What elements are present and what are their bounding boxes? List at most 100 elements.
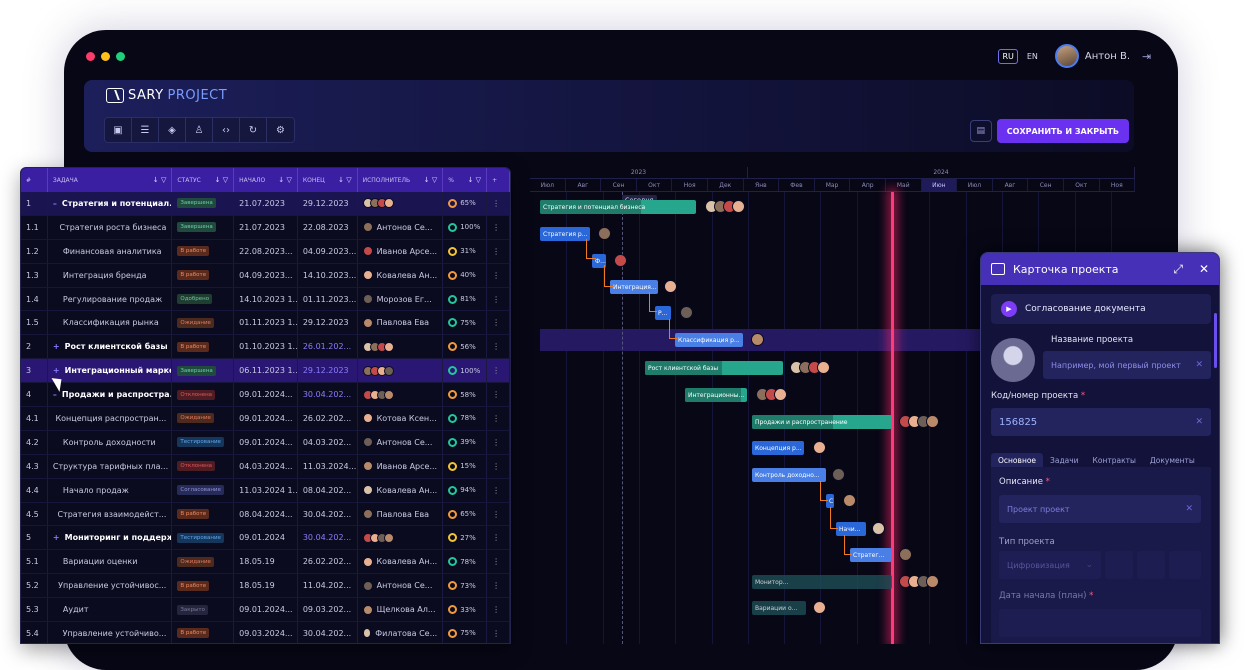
gantt-bar[interactable]: Контроль доходно... bbox=[752, 468, 826, 482]
assignee[interactable] bbox=[358, 383, 444, 407]
assignee[interactable]: Филатова Се... bbox=[358, 622, 444, 643]
task-name[interactable]: Регулирование продаж bbox=[48, 287, 173, 311]
add-column-button[interactable]: + bbox=[487, 168, 510, 192]
type-action-2[interactable] bbox=[1137, 551, 1165, 579]
assignee[interactable]: Ковалева Ан... bbox=[358, 263, 444, 287]
table-row[interactable]: 5.3 Аудит Закрыто 09.01.2024... 09.03.202...… bbox=[21, 598, 510, 623]
col-assignee[interactable]: ИСПОЛНИТЕЛЬ ↓ ▽ bbox=[358, 168, 444, 192]
status-cell[interactable]: Завершена bbox=[172, 192, 235, 215]
gantt-bar[interactable]: Рост клиентской базы bbox=[645, 361, 783, 375]
task-name[interactable]: – Продажи и распростра... bbox=[48, 383, 173, 407]
col-end[interactable]: КОНЕЦ ↓ ▽ bbox=[298, 168, 358, 192]
status-cell[interactable]: Одобрено bbox=[172, 287, 235, 311]
assignee[interactable]: Ковалева Ан... bbox=[358, 478, 444, 502]
status-cell[interactable]: В работе bbox=[172, 239, 235, 263]
task-name[interactable]: Управление устойчивос... bbox=[48, 574, 173, 598]
tab-tasks[interactable]: Задачи bbox=[1043, 453, 1086, 468]
close-icon[interactable]: ✕ bbox=[1199, 262, 1209, 276]
gantt-bar[interactable]: Вариации о... bbox=[752, 601, 806, 615]
sort-filter-icon[interactable]: ↓ ▽ bbox=[424, 176, 437, 184]
row-menu-icon[interactable]: ⋮ bbox=[487, 215, 510, 239]
row-menu-icon[interactable]: ⋮ bbox=[487, 502, 510, 526]
tab-documents[interactable]: Документы bbox=[1143, 453, 1202, 468]
code-icon[interactable]: ‹› bbox=[213, 118, 240, 142]
gantt-bar[interactable]: Интеграционны... bbox=[685, 388, 747, 402]
task-name[interactable]: Финансовая аналитика bbox=[48, 239, 173, 263]
lang-ru[interactable]: RU bbox=[998, 48, 1018, 64]
col-start[interactable]: НАЧАЛО ↓ ▽ bbox=[234, 168, 298, 192]
table-row[interactable]: 4.3 Структура тарифных пла... Отклонена 04.… bbox=[21, 454, 510, 479]
gantt-bar[interactable]: Классификация р... bbox=[675, 333, 743, 347]
table-row[interactable]: 5.2 Управление устойчивос... В работе 18.05… bbox=[21, 574, 510, 599]
row-menu-icon[interactable]: ⋮ bbox=[487, 598, 510, 622]
gantt-bar[interactable]: Стратегия р... bbox=[540, 227, 590, 241]
status-cell[interactable]: В работе bbox=[172, 263, 235, 287]
status-cell[interactable]: В работе bbox=[172, 335, 235, 359]
table-row[interactable]: 4– Продажи и распростра... Отклонена 09.01.… bbox=[21, 383, 510, 408]
type-select[interactable]: Цифровизация ⌄ bbox=[999, 551, 1101, 579]
status-cell[interactable]: Тестирование bbox=[172, 526, 235, 550]
task-name[interactable]: Управление устойчиво... bbox=[48, 622, 173, 643]
table-row[interactable]: 5.4 Управление устойчиво... В работе 09.03.… bbox=[21, 622, 510, 643]
row-menu-icon[interactable]: ⋮ bbox=[487, 622, 510, 643]
table-row[interactable]: 4.4 Начало продаж Согласование 11.03.2024 1… bbox=[21, 478, 510, 503]
sort-filter-icon[interactable]: ↓ ▽ bbox=[468, 176, 481, 184]
table-row[interactable]: 1.3 Интеграция бренда В работе 04.09.2023..… bbox=[21, 263, 510, 288]
assignee[interactable]: Котова Ксен... bbox=[358, 407, 444, 430]
play-icon[interactable]: ▶ bbox=[1001, 301, 1017, 317]
gantt-bar[interactable]: Стратегия и потенциал бизнеса bbox=[540, 200, 696, 214]
sort-filter-icon[interactable]: ↓ ▽ bbox=[215, 176, 228, 184]
row-menu-icon[interactable]: ⋮ bbox=[487, 574, 510, 598]
minimize-dot[interactable] bbox=[101, 52, 110, 61]
refresh-icon[interactable]: ↻ bbox=[240, 118, 267, 142]
sort-filter-icon[interactable]: ↓ ▽ bbox=[338, 176, 351, 184]
row-menu-icon[interactable]: ⋮ bbox=[487, 526, 510, 550]
row-menu-icon[interactable]: ⋮ bbox=[487, 263, 510, 287]
table-row[interactable]: 1.5 Классификация рынка Ожидание 01.11.2023… bbox=[21, 311, 510, 336]
type-action-1[interactable] bbox=[1105, 551, 1133, 579]
gantt-bar[interactable]: Начи... bbox=[836, 522, 866, 536]
table-row[interactable]: 5 + Мониторинг и поддерж... Тестирование 09.… bbox=[21, 526, 510, 551]
expand-icon[interactable]: ⤢ bbox=[1173, 262, 1183, 277]
project-name-input[interactable]: Например, мой первый проект ✕ bbox=[1043, 351, 1211, 379]
close-dot[interactable] bbox=[86, 52, 95, 61]
row-menu-icon[interactable]: ⋮ bbox=[487, 359, 510, 383]
table-row[interactable]: 1– Стратегия и потенциал... Завершена 21.07… bbox=[21, 192, 510, 216]
task-name[interactable]: Стратегия роста бизнеса bbox=[48, 215, 173, 239]
gear-icon[interactable]: ⚙ bbox=[267, 118, 294, 142]
assignee[interactable] bbox=[358, 526, 444, 550]
assignee[interactable]: Павлова Ева bbox=[358, 311, 444, 335]
user-card-icon[interactable]: ▣ bbox=[105, 118, 132, 142]
table-row[interactable]: 1.1 Стратегия роста бизнеса Завершена 21.07… bbox=[21, 215, 510, 240]
row-menu-icon[interactable]: ⋮ bbox=[487, 430, 510, 454]
status-cell[interactable]: Завершена bbox=[172, 215, 235, 239]
col-num[interactable]: # bbox=[21, 168, 48, 192]
row-menu-icon[interactable]: ⋮ bbox=[487, 192, 510, 215]
clear-icon[interactable]: ✕ bbox=[1195, 417, 1203, 427]
row-menu-icon[interactable]: ⋮ bbox=[487, 454, 510, 478]
row-menu-icon[interactable]: ⋮ bbox=[487, 478, 510, 502]
task-name[interactable]: – Стратегия и потенциал... bbox=[48, 192, 173, 215]
assignee[interactable]: Антонов Се... bbox=[358, 430, 444, 454]
assignee[interactable]: Антонов Се... bbox=[358, 215, 444, 239]
lang-en[interactable]: EN bbox=[1024, 50, 1041, 63]
table-row[interactable]: 4.5 Стратегия взаимодейст... В работе 08.04… bbox=[21, 502, 510, 527]
gantt-bar[interactable]: Продажи и распространение bbox=[752, 415, 892, 429]
task-name[interactable]: + Мониторинг и поддерж... bbox=[48, 526, 173, 550]
status-cell[interactable]: В работе bbox=[172, 622, 235, 643]
gantt-bar[interactable]: Р... bbox=[655, 306, 671, 320]
task-name[interactable]: + Рост клиентской базы bbox=[48, 335, 173, 359]
col-status[interactable]: СТАТУС ↓ ▽ bbox=[172, 168, 235, 192]
task-name[interactable]: + Интеграционный марке... bbox=[48, 359, 173, 383]
assignee[interactable]: Иванов Арсе... bbox=[358, 454, 444, 478]
project-avatar[interactable] bbox=[991, 338, 1035, 382]
task-name[interactable]: Стратегия взаимодейст... bbox=[48, 502, 173, 526]
row-menu-icon[interactable]: ⋮ bbox=[487, 311, 510, 335]
table-row[interactable]: 5.1 Вариации оценки Ожидание 18.05.19 26.02.… bbox=[21, 550, 510, 575]
task-name[interactable]: Начало продаж bbox=[48, 478, 173, 502]
col-task[interactable]: ЗАДАЧА ↓ ▽ bbox=[48, 168, 173, 192]
col-percent[interactable]: % ↓ ▽ bbox=[443, 168, 488, 192]
status-cell[interactable]: В работе bbox=[172, 574, 235, 598]
assignee[interactable]: Ковалева Ан... bbox=[358, 550, 444, 574]
expand-toggle-icon[interactable]: – bbox=[53, 390, 57, 399]
